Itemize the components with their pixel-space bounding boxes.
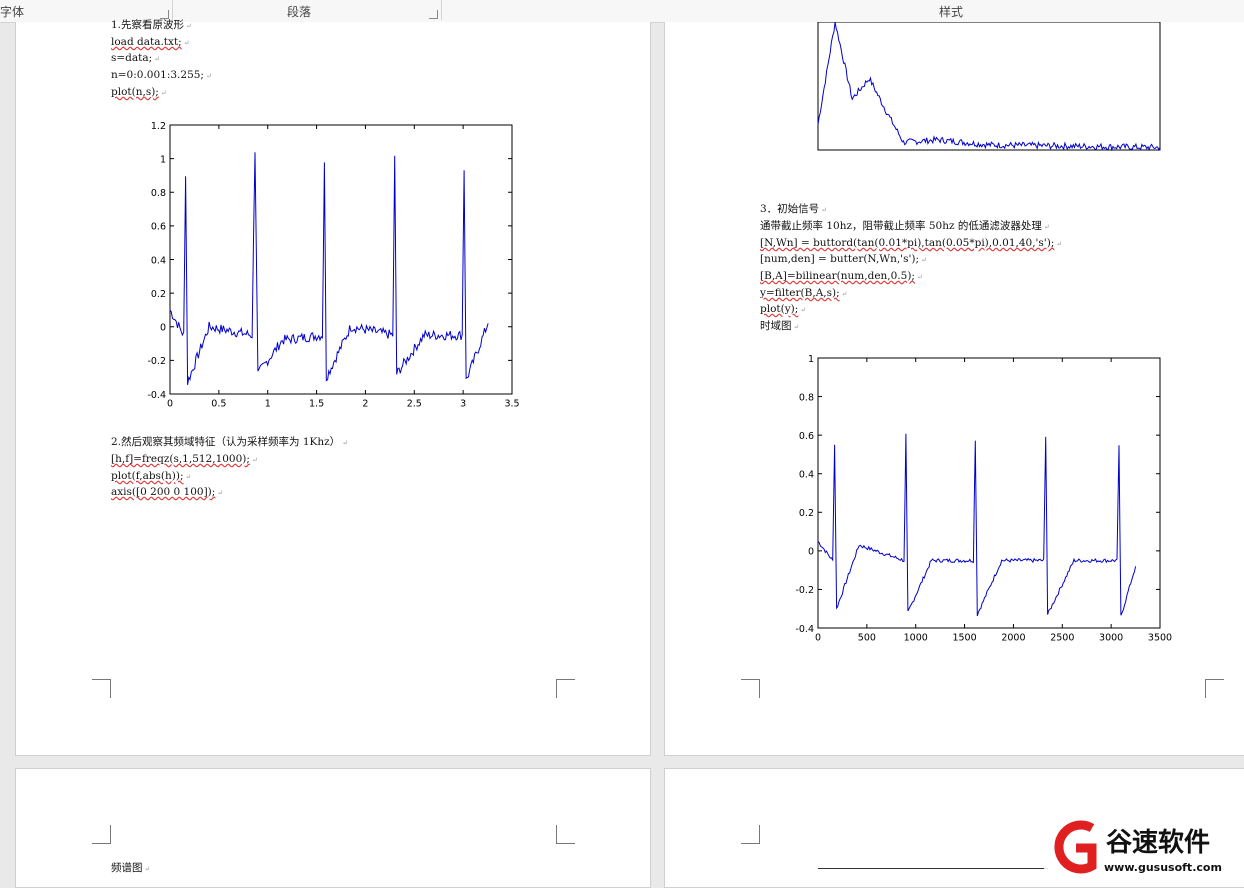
y-tick-label: 0.2	[799, 508, 814, 519]
y-tick-label: -0.4	[147, 390, 166, 401]
y-tick-label: -0.2	[795, 585, 814, 596]
page-corner-mark	[741, 679, 760, 698]
text-line: n=0:0.001:3.255; ↵	[111, 69, 212, 81]
y-tick-label: 1	[160, 154, 166, 165]
text-line: 1.先察看原波形 ↵	[111, 19, 192, 31]
x-tick-label: 1	[265, 399, 271, 410]
x-tick-label: 2000	[1001, 633, 1025, 644]
page-corner-mark	[556, 825, 575, 844]
x-tick-label: 2	[362, 399, 368, 410]
y-tick-label: 0.4	[799, 469, 814, 480]
page-corner-mark	[92, 825, 111, 844]
y-tick-label: 0.6	[151, 222, 166, 233]
page-corner-mark	[556, 679, 575, 698]
text-line: axis([0 200 0 100]); ↵	[111, 486, 224, 498]
x-tick-label: 0	[167, 399, 173, 410]
x-tick-label: 500	[858, 633, 876, 644]
x-tick-label: 3	[460, 399, 466, 410]
x-tick-label: 1.5	[309, 399, 324, 410]
watermark-logo: 谷速软件 www.gususoft.com	[1044, 818, 1244, 876]
spectrum-chart	[817, 22, 1161, 152]
text-line: 通带截止频率 10hz，阻带截止频率 50hz 的低通滤波器处理 ↵	[760, 220, 1050, 232]
y-tick-label: -0.2	[147, 356, 166, 367]
y-tick-label: -0.4	[795, 624, 814, 635]
text-line: plot(y); ↵	[760, 303, 807, 315]
x-tick-label: 0	[815, 633, 821, 644]
text-line: s=data; ↵	[111, 52, 161, 64]
styles-group-label[interactable]: 样式	[939, 0, 963, 22]
x-tick-label: 2500	[1050, 633, 1074, 644]
divider	[172, 0, 173, 20]
page-corner-mark	[741, 825, 760, 844]
x-tick-label: 0.5	[211, 399, 226, 410]
text-line: load data.txt; ↵	[111, 36, 190, 48]
page-corner-mark	[92, 679, 111, 698]
text-line: [h,f]=freqz(s,1,512,1000); ↵	[111, 453, 258, 465]
paragraph-dialog-launcher-icon[interactable]	[429, 10, 438, 19]
text-line: 时域图 ↵	[760, 320, 800, 332]
gususoft-logo-icon: 谷速软件 www.gususoft.com	[1044, 818, 1244, 876]
x-tick-label: 3000	[1099, 633, 1123, 644]
divider	[441, 0, 442, 20]
y-tick-label: 1.2	[151, 121, 166, 132]
x-tick-label: 1000	[904, 633, 928, 644]
x-tick-label: 1500	[952, 633, 976, 644]
plot-area	[169, 124, 513, 395]
text-line: [N,Wn] = buttord(tan(0.01*pi),tan(0.05*p…	[760, 237, 1063, 249]
y-tick-label: 0.8	[799, 392, 814, 403]
y-tick-label: 0	[808, 547, 814, 558]
text-line: 3．初始信号 ↵	[760, 203, 828, 215]
font-dialog-launcher-icon[interactable]	[160, 10, 169, 19]
next-chart-top-border	[818, 868, 1048, 869]
y-tick-label: 1	[808, 354, 814, 365]
x-tick-label: 3500	[1148, 633, 1172, 644]
paragraph-group-label[interactable]: 段落	[287, 0, 311, 22]
x-tick-label: 2.5	[407, 399, 422, 410]
filtered-signal-chart: 0 500 1000 1500 2000 2500 3000 3500 -0.4 -0.2 0 0.2…	[795, 354, 1172, 644]
font-group-label[interactable]: 字体	[0, 0, 24, 22]
text-line: plot(f,abs(h)); ↵	[111, 470, 192, 482]
text-line: [num,den] = butter(N,Wn,'s'); ↵	[760, 253, 927, 265]
text-line: 频谱图 ↵	[111, 862, 151, 874]
y-tick-label: 0.2	[151, 289, 166, 300]
text-line: plot(n,s); ↵	[111, 86, 167, 98]
plot-area	[817, 22, 1161, 151]
y-tick-label: 0.6	[799, 431, 814, 442]
page-corner-mark	[1205, 679, 1224, 698]
watermark-url: www.gususoft.com	[1104, 861, 1222, 874]
ecg-raw-chart: 0 0.5 1 1.5 2 2.5 3 3.5 -0.4 -0.2 0 0.2 0.4 0.6 0.8 1 1.…	[147, 121, 519, 410]
watermark-brand: 谷速软件	[1106, 828, 1210, 858]
y-tick-label: 0.8	[151, 188, 166, 199]
y-tick-label: 0	[160, 323, 166, 334]
text-line: 2.然后观察其频域特征（认为采样频率为 1Khz） ↵	[111, 436, 349, 448]
x-tick-label: 3.5	[504, 399, 519, 410]
y-tick-label: 0.4	[151, 255, 166, 266]
text-line: y=filter(B,A,s); ↵	[760, 287, 848, 299]
text-line: [B,A]=bilinear(num,den,0.5); ↵	[760, 270, 923, 282]
